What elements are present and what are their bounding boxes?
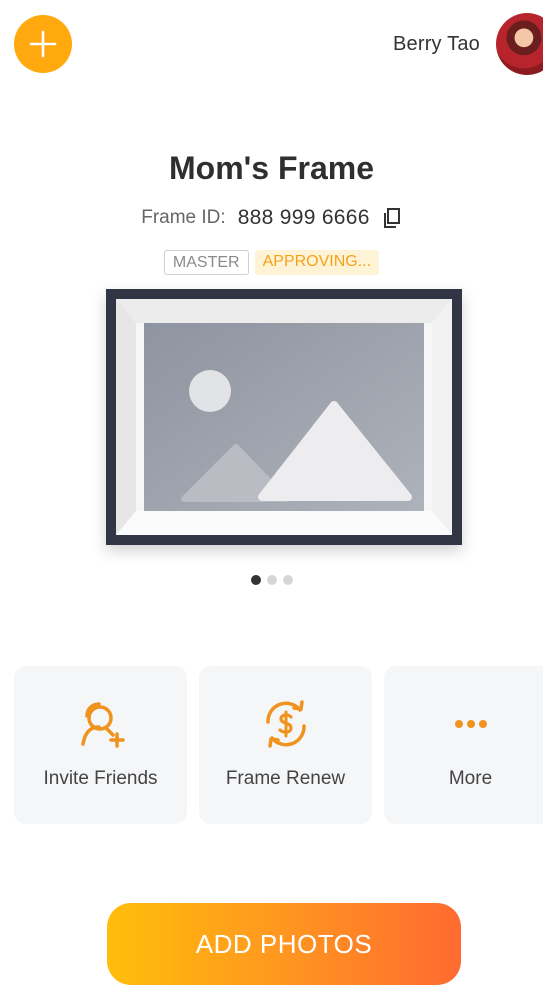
frame-id-row: Frame ID: 888 999 6666 bbox=[0, 206, 543, 230]
carousel-dot[interactable] bbox=[266, 575, 277, 585]
image-placeholder-icon bbox=[116, 299, 452, 535]
add-frame-button[interactable] bbox=[14, 15, 72, 73]
carousel-indicator bbox=[0, 575, 543, 585]
frame-id-value: 888 999 6666 bbox=[237, 206, 370, 229]
frame-badges: MASTER APPROVING... bbox=[0, 250, 543, 275]
more-dots-icon bbox=[443, 696, 499, 752]
frame-renew-button[interactable]: Frame Renew bbox=[199, 666, 372, 824]
add-photos-button[interactable]: ADD PHOTOS bbox=[107, 903, 461, 985]
frame-renew-label: Frame Renew bbox=[225, 768, 346, 789]
carousel-dot[interactable] bbox=[250, 575, 261, 585]
user-name: Berry Tao bbox=[392, 32, 480, 55]
master-badge: MASTER bbox=[163, 250, 249, 275]
status-badge: APPROVING... bbox=[254, 250, 380, 275]
frame-preview[interactable] bbox=[106, 289, 462, 545]
more-button[interactable]: More bbox=[384, 666, 543, 824]
frame-id-label: Frame ID: bbox=[141, 207, 226, 228]
invite-friends-button[interactable]: Invite Friends bbox=[14, 666, 187, 824]
more-label: More bbox=[448, 768, 493, 789]
action-cards: Invite Friends Frame Renew More bbox=[14, 666, 543, 824]
user-profile[interactable]: Berry Tao bbox=[392, 13, 543, 75]
add-photos-label: ADD PHOTOS bbox=[195, 928, 373, 959]
avatar[interactable] bbox=[496, 13, 543, 75]
frame-title: Mom's Frame bbox=[169, 150, 374, 186]
carousel-dot[interactable] bbox=[282, 575, 293, 585]
copy-icon[interactable] bbox=[382, 207, 402, 229]
add-user-icon bbox=[73, 696, 129, 752]
plus-icon bbox=[29, 30, 57, 58]
renew-dollar-icon bbox=[258, 696, 314, 752]
invite-friends-label: Invite Friends bbox=[43, 768, 158, 789]
